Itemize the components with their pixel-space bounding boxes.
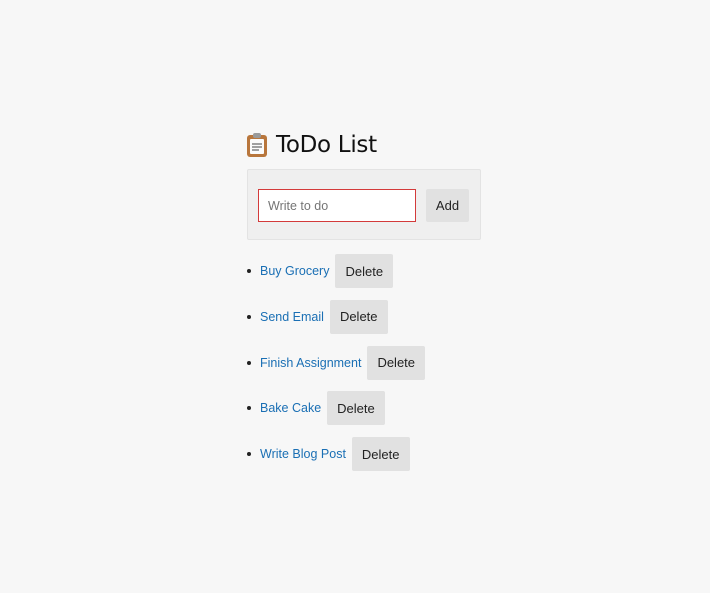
delete-button[interactable]: Delete <box>327 391 385 426</box>
bullet-icon <box>247 314 251 319</box>
clipboard-icon <box>247 133 267 157</box>
delete-button[interactable]: Delete <box>329 299 388 334</box>
todo-item: Send Email Delete <box>247 299 425 334</box>
delete-button[interactable]: Delete <box>351 437 410 471</box>
delete-button[interactable]: Delete <box>367 345 426 380</box>
todo-link[interactable]: Send Email <box>260 310 324 324</box>
todo-link[interactable]: Write Blog Post <box>260 447 346 461</box>
todo-list: Buy Grocery Delete Send Email Delete Fin… <box>247 254 426 483</box>
page-title: ToDo List <box>247 128 487 162</box>
add-button[interactable]: Add <box>426 189 469 222</box>
bullet-icon <box>247 452 251 456</box>
todo-item: Buy Grocery Delete <box>247 254 425 288</box>
page-title-text: ToDo List <box>276 132 377 158</box>
todo-item: Bake Cake Delete <box>247 391 425 426</box>
bullet-icon <box>247 269 251 273</box>
todo-link[interactable]: Finish Assignment <box>260 356 361 370</box>
todo-input[interactable] <box>258 189 416 222</box>
add-todo-form: Add <box>247 169 481 240</box>
todo-app: ToDo List Add Buy Grocery Delete Send Em… <box>247 128 487 471</box>
todo-item: Finish Assignment Delete <box>247 345 426 380</box>
delete-button[interactable]: Delete <box>335 254 394 288</box>
todo-link[interactable]: Bake Cake <box>260 401 321 415</box>
todo-link[interactable]: Buy Grocery <box>260 264 329 278</box>
bullet-icon <box>247 360 251 365</box>
bullet-icon <box>247 406 251 411</box>
todo-item: Write Blog Post Delete <box>247 437 425 471</box>
